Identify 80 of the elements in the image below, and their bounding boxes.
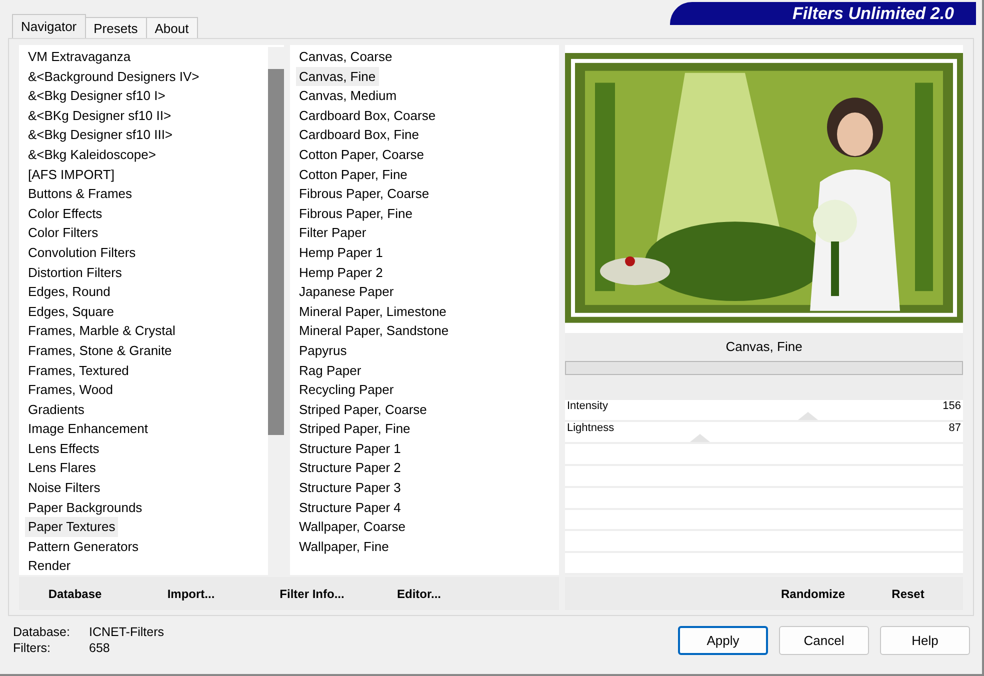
filter-item[interactable]: Fibrous Paper, Coarse bbox=[296, 184, 432, 204]
category-item[interactable]: Buttons & Frames bbox=[25, 184, 136, 204]
slider-label: Lightness bbox=[567, 422, 614, 434]
filter-item[interactable]: Hemp Paper 1 bbox=[296, 242, 386, 263]
filter-item[interactable]: Cardboard Box, Coarse bbox=[296, 106, 439, 126]
category-item[interactable]: &<Background Designers IV> bbox=[25, 66, 202, 86]
toolbar-button[interactable]: Import... bbox=[131, 586, 251, 600]
filter-name: Canvas, Fine bbox=[565, 332, 963, 361]
category-item[interactable]: Convolution Filters bbox=[25, 242, 139, 263]
info-label: Filters: bbox=[13, 640, 52, 656]
tab[interactable]: About bbox=[146, 17, 198, 38]
filter-item[interactable]: Structure Paper 3 bbox=[296, 478, 404, 498]
toolbar-button[interactable]: Editor... bbox=[373, 586, 465, 600]
category-item[interactable]: Image Enhancement bbox=[25, 419, 151, 439]
slider-value: 156 bbox=[942, 400, 961, 412]
slider[interactable]: Lightness 87 bbox=[565, 422, 963, 444]
dialog-button[interactable]: Cancel bbox=[779, 626, 869, 654]
filter-item[interactable]: Mineral Paper, Sandstone bbox=[296, 321, 452, 341]
slider-thumb[interactable] bbox=[798, 412, 818, 420]
slider-label: Intensity bbox=[567, 400, 608, 412]
category-item[interactable]: Paper Backgrounds bbox=[25, 498, 146, 518]
category-item[interactable]: Frames, Textured bbox=[25, 360, 132, 380]
slider[interactable]: Intensity 156 bbox=[565, 400, 963, 422]
tab[interactable]: Presets bbox=[84, 17, 147, 38]
category-item[interactable]: Edges, Round bbox=[25, 282, 114, 302]
category-item[interactable]: Render bbox=[25, 556, 74, 575]
category-item[interactable]: &<Bkg Kaleidoscope> bbox=[25, 144, 159, 165]
category-item[interactable]: VM Extravaganza bbox=[25, 47, 134, 67]
filter-item[interactable]: Filter Paper bbox=[296, 223, 370, 243]
category-item[interactable]: &<Bkg Designer sf10 III> bbox=[25, 125, 176, 145]
slider-value: 87 bbox=[948, 422, 961, 434]
category-item[interactable]: Gradients bbox=[25, 400, 88, 420]
category-item[interactable]: Paper Textures bbox=[25, 517, 118, 537]
filter-item[interactable]: Cotton Paper, Coarse bbox=[296, 144, 428, 165]
category-item[interactable]: Frames, Wood bbox=[25, 380, 116, 400]
filter-item[interactable]: Cotton Paper, Fine bbox=[296, 164, 410, 184]
filter-item[interactable]: Wallpaper, Fine bbox=[296, 536, 392, 556]
info-label: Database: bbox=[13, 624, 71, 640]
filter-item[interactable]: Wallpaper, Coarse bbox=[296, 517, 408, 537]
toolbar-button[interactable]: Filter Info... bbox=[251, 586, 373, 600]
dialog-button[interactable]: Help bbox=[880, 626, 970, 654]
filter-item[interactable]: Structure Paper 1 bbox=[296, 438, 404, 458]
title-banner: Filters Unlimited 2.0 bbox=[670, 2, 976, 25]
filter-item[interactable]: Japanese Paper bbox=[296, 282, 397, 302]
filter-item[interactable]: Structure Paper 4 bbox=[296, 498, 404, 518]
info-value: 658 bbox=[89, 640, 111, 656]
filter-item[interactable]: Striped Paper, Fine bbox=[296, 419, 414, 439]
category-item[interactable]: Noise Filters bbox=[25, 478, 104, 498]
category-item[interactable]: Lens Effects bbox=[25, 438, 102, 458]
filter-item[interactable]: Fibrous Paper, Fine bbox=[296, 204, 416, 224]
filter-item[interactable]: Hemp Paper 2 bbox=[296, 262, 386, 282]
info-value: ICNET-Filters bbox=[89, 624, 164, 640]
category-item[interactable]: &<Bkg Designer sf10 I> bbox=[25, 86, 168, 106]
category-item[interactable]: &<BKg Designer sf10 II> bbox=[25, 106, 174, 126]
category-item[interactable]: Edges, Square bbox=[25, 302, 118, 322]
filter-item[interactable]: Cardboard Box, Fine bbox=[296, 125, 422, 145]
filter-item[interactable]: Recycling Paper bbox=[296, 380, 397, 400]
filter-item[interactable]: Canvas, Fine bbox=[296, 66, 379, 86]
filter-item[interactable]: Mineral Paper, Limestone bbox=[296, 302, 450, 322]
filter-item[interactable]: Rag Paper bbox=[296, 360, 364, 380]
toolbar-button[interactable]: Database bbox=[19, 586, 131, 600]
toolbar-button[interactable]: Reset bbox=[863, 586, 953, 600]
filter-item[interactable]: Canvas, Medium bbox=[296, 86, 400, 106]
dialog-button[interactable]: Apply bbox=[678, 626, 768, 654]
filter-item[interactable]: Structure Paper 2 bbox=[296, 458, 404, 478]
category-item[interactable]: Color Filters bbox=[25, 223, 102, 243]
category-item[interactable]: Pattern Generators bbox=[25, 536, 142, 556]
category-item[interactable]: [AFS IMPORT] bbox=[25, 164, 118, 184]
filter-item[interactable]: Canvas, Coarse bbox=[296, 47, 396, 67]
filter-item[interactable]: Papyrus bbox=[296, 340, 350, 360]
tab[interactable]: Navigator bbox=[12, 14, 86, 38]
filter-item[interactable]: Striped Paper, Coarse bbox=[296, 400, 430, 420]
scrollbar[interactable] bbox=[268, 47, 284, 575]
slider-thumb[interactable] bbox=[690, 434, 710, 442]
category-item[interactable]: Frames, Marble & Crystal bbox=[25, 321, 178, 341]
category-item[interactable]: Color Effects bbox=[25, 204, 106, 224]
category-item[interactable]: Distortion Filters bbox=[25, 262, 125, 282]
toolbar-button[interactable]: Randomize bbox=[763, 586, 863, 600]
category-item[interactable]: Lens Flares bbox=[25, 458, 99, 478]
category-item[interactable]: Frames, Stone & Granite bbox=[25, 340, 175, 360]
